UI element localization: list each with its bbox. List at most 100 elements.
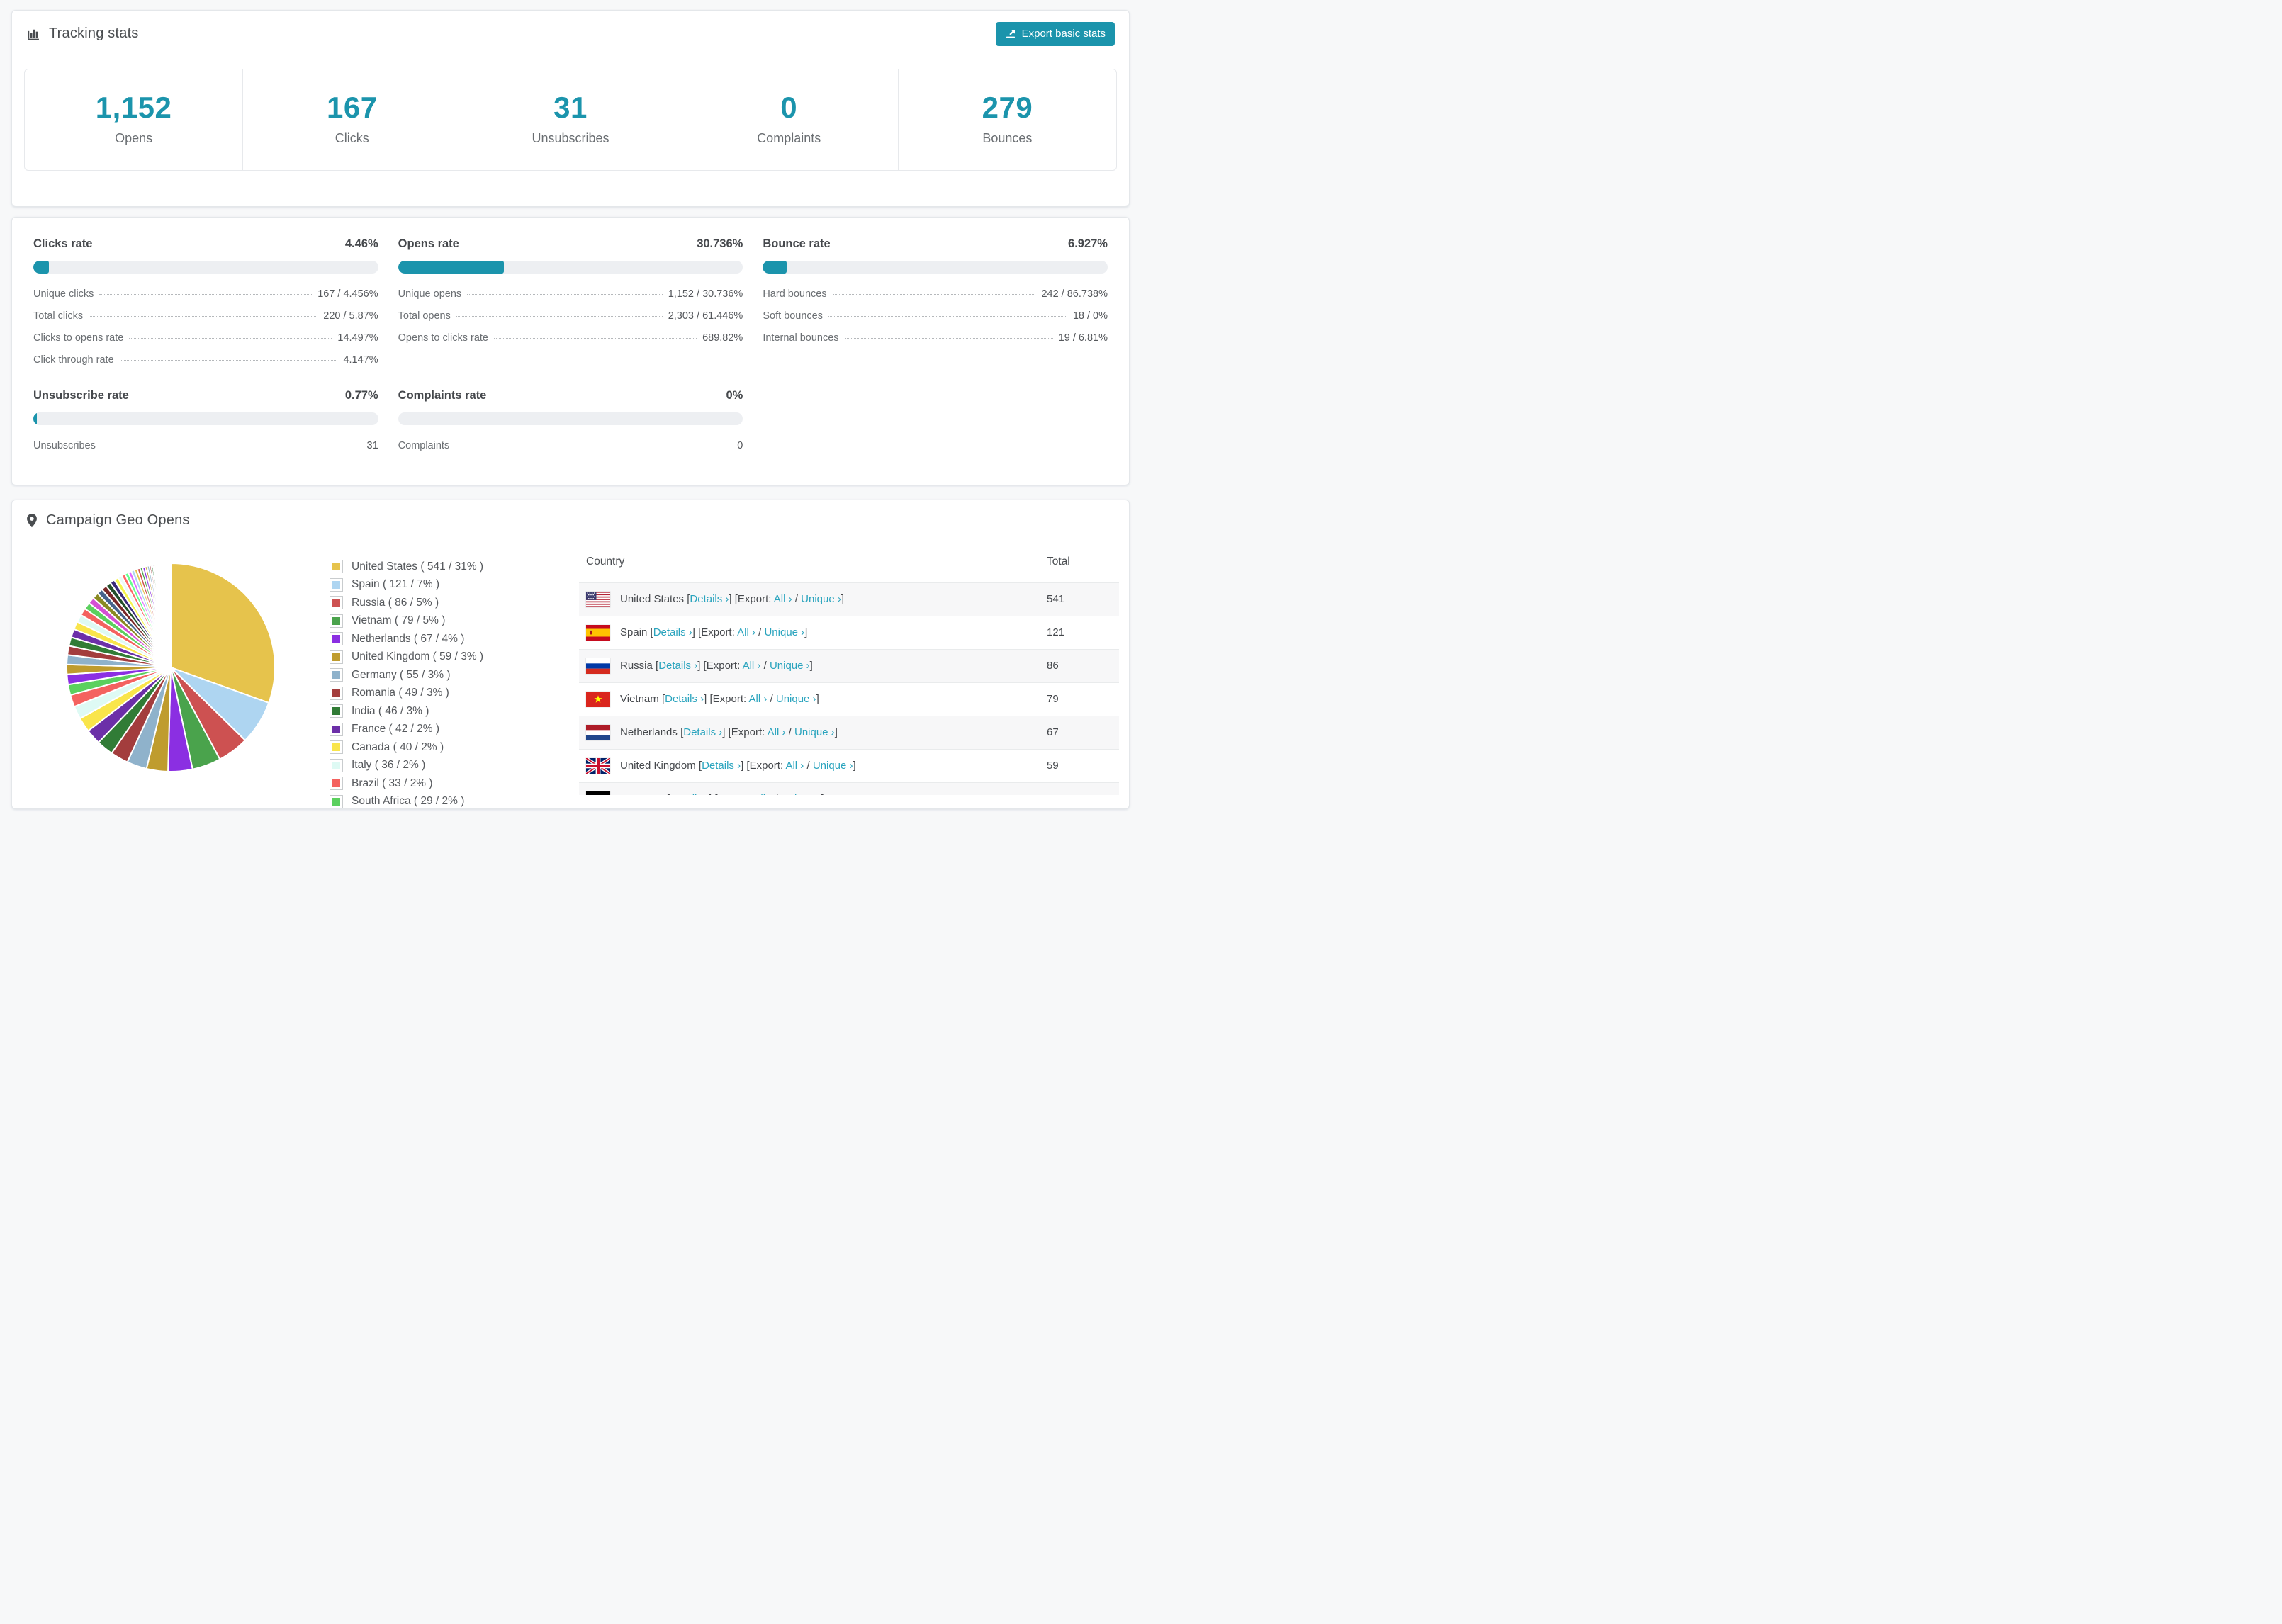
legend-item[interactable]: France ( 42 / 2% ) <box>330 722 579 736</box>
total-cell: 541 <box>1040 582 1119 616</box>
legend-item[interactable]: United States ( 541 / 31% ) <box>330 560 579 573</box>
export-unique-link[interactable]: Unique › <box>813 760 853 772</box>
stat-row: Complaints 0 <box>398 434 743 456</box>
legend-item[interactable]: United Kingdom ( 59 / 3% ) <box>330 650 579 664</box>
country-name: Germany <box>620 793 667 795</box>
pie-slice-other[interactable] <box>169 562 172 668</box>
legend-item[interactable]: Spain ( 121 / 7% ) <box>330 577 579 592</box>
stat-label: Clicks to opens rate <box>33 332 124 344</box>
legend-item[interactable]: Canada ( 40 / 2% ) <box>330 740 579 754</box>
stat-row: Click through rate 4.147% <box>33 349 378 371</box>
legend-item[interactable]: Russia ( 86 / 5% ) <box>330 596 579 609</box>
export-unique-link[interactable]: Unique › <box>794 726 835 738</box>
legend-item[interactable]: Romania ( 49 / 3% ) <box>330 686 579 700</box>
legend-label: Vietnam ( 79 / 5% ) <box>352 614 446 626</box>
details-link[interactable]: Details › <box>658 660 697 672</box>
legend-swatch <box>330 577 343 592</box>
rate-header: Unsubscribe rate 0.77% <box>33 389 378 402</box>
country-cell: Germany [Details ›] [Export: All › / Uni… <box>579 782 1040 795</box>
export-all-link[interactable]: All › <box>753 793 772 795</box>
export-all-link[interactable]: All › <box>743 660 761 672</box>
export-basic-stats-button[interactable]: Export basic stats <box>995 21 1115 46</box>
dotted-leader <box>89 315 318 317</box>
details-link[interactable]: Details › <box>690 593 729 605</box>
rate-title: Unsubscribe rate <box>33 389 129 402</box>
rate-value: 6.927% <box>1068 237 1108 250</box>
legend-swatch <box>330 632 343 645</box>
map-pin-icon <box>26 513 38 528</box>
legend-swatch <box>330 596 343 609</box>
total-cell: 55 <box>1040 782 1119 795</box>
legend-item[interactable]: South Africa ( 29 / 2% ) <box>330 794 579 808</box>
stat-value: 18 / 0% <box>1072 310 1108 322</box>
stat-label: Unsubscribes <box>33 439 96 451</box>
export-all-link[interactable]: All › <box>785 760 804 772</box>
details-link[interactable]: Details › <box>683 726 722 738</box>
export-unique-link[interactable]: Unique › <box>781 793 821 795</box>
country-name: Vietnam <box>620 693 662 705</box>
total-cell: 67 <box>1040 715 1119 749</box>
country-links: Germany [Details ›] [Export: All › / Uni… <box>620 793 824 795</box>
country-flag-de <box>586 791 610 795</box>
legend-label: Brazil ( 33 / 2% ) <box>352 777 433 789</box>
legend-item[interactable]: Germany ( 55 / 3% ) <box>330 668 579 682</box>
pie-legend: United States ( 541 / 31% ) Spain ( 121 /… <box>330 560 579 808</box>
country-cell: Russia [Details ›] [Export: All › / Uniq… <box>579 648 1040 682</box>
country-name: United States <box>620 593 687 605</box>
summary-label: Complaints <box>757 131 821 145</box>
stat-row: Internal bounces 19 / 6.81% <box>763 327 1108 349</box>
country-links: Spain [Details ›] [Export: All › / Uniqu… <box>620 626 808 638</box>
stat-row: Soft bounces 18 / 0% <box>763 305 1108 327</box>
geo-opens-pie-chart[interactable] <box>64 560 278 774</box>
progress-bar <box>398 261 743 274</box>
export-unique-link[interactable]: Unique › <box>776 693 816 705</box>
legend-item[interactable]: Vietnam ( 79 / 5% ) <box>330 614 579 628</box>
export-unique-link[interactable]: Unique › <box>770 660 810 672</box>
geo-legend-area: United States ( 541 / 31% ) Spain ( 121 /… <box>330 541 579 808</box>
country-cell: United States [Details ›] [Export: All ›… <box>579 582 1040 616</box>
details-link[interactable]: Details › <box>653 626 692 638</box>
legend-swatch <box>330 794 343 808</box>
details-link[interactable]: Details › <box>665 693 704 705</box>
stat-label: Internal bounces <box>763 332 839 344</box>
export-unique-link[interactable]: Unique › <box>801 593 841 605</box>
export-unique-link[interactable]: Unique › <box>764 626 804 638</box>
legend-label: Germany ( 55 / 3% ) <box>352 668 451 681</box>
export-all-link[interactable]: All › <box>774 593 792 605</box>
country-cell: Vietnam [Details ›] [Export: All › / Uni… <box>579 682 1040 716</box>
details-link[interactable]: Details › <box>670 793 709 795</box>
export-all-link[interactable]: All › <box>749 693 768 705</box>
stat-label: Hard bounces <box>763 288 827 300</box>
rate-detail-rows: Unique clicks 167 / 4.456% Total clicks 220… <box>33 283 378 371</box>
dotted-leader <box>99 293 313 295</box>
legend-swatch <box>330 686 343 700</box>
legend-swatch <box>330 740 343 754</box>
legend-item[interactable]: Netherlands ( 67 / 4% ) <box>330 632 579 645</box>
summary-value: 1,152 <box>95 91 172 124</box>
stat-row: Opens to clicks rate 689.82% <box>398 327 743 349</box>
stat-label: Total clicks <box>33 310 84 322</box>
column-header-total: Total <box>1047 555 1070 568</box>
stat-label: Total opens <box>398 310 451 322</box>
table-row: United Kingdom [Details ›] [Export: All … <box>579 748 1119 782</box>
legend-swatch <box>330 758 343 772</box>
progress-fill <box>398 261 505 274</box>
legend-item[interactable]: Italy ( 36 / 2% ) <box>330 758 579 772</box>
stat-value: 0 <box>737 439 743 451</box>
dotted-leader <box>119 359 338 361</box>
tracking-stats-page: Tracking stats Export basic stats 1,152 O… <box>0 10 1141 809</box>
geo-pie-area <box>12 541 330 808</box>
chart-bar-icon <box>26 27 40 41</box>
legend-item[interactable]: Brazil ( 33 / 2% ) <box>330 777 579 790</box>
export-all-link[interactable]: All › <box>768 726 786 738</box>
legend-item[interactable]: India ( 46 / 3% ) <box>330 704 579 718</box>
legend-label: United States ( 541 / 31% ) <box>352 560 484 573</box>
country-links: United States [Details ›] [Export: All ›… <box>620 593 845 605</box>
rate-header: Complaints rate 0% <box>398 389 743 402</box>
rate-detail-rows: Hard bounces 242 / 86.738% Soft bounces 18 … <box>763 283 1108 349</box>
rate-value: 4.46% <box>344 237 378 250</box>
rate-block: Clicks rate 4.46% Unique clicks 167 / 4.456… <box>33 237 378 371</box>
details-link[interactable]: Details › <box>702 760 741 772</box>
table-row: United States [Details ›] [Export: All ›… <box>579 582 1119 616</box>
export-all-link[interactable]: All › <box>737 626 755 638</box>
